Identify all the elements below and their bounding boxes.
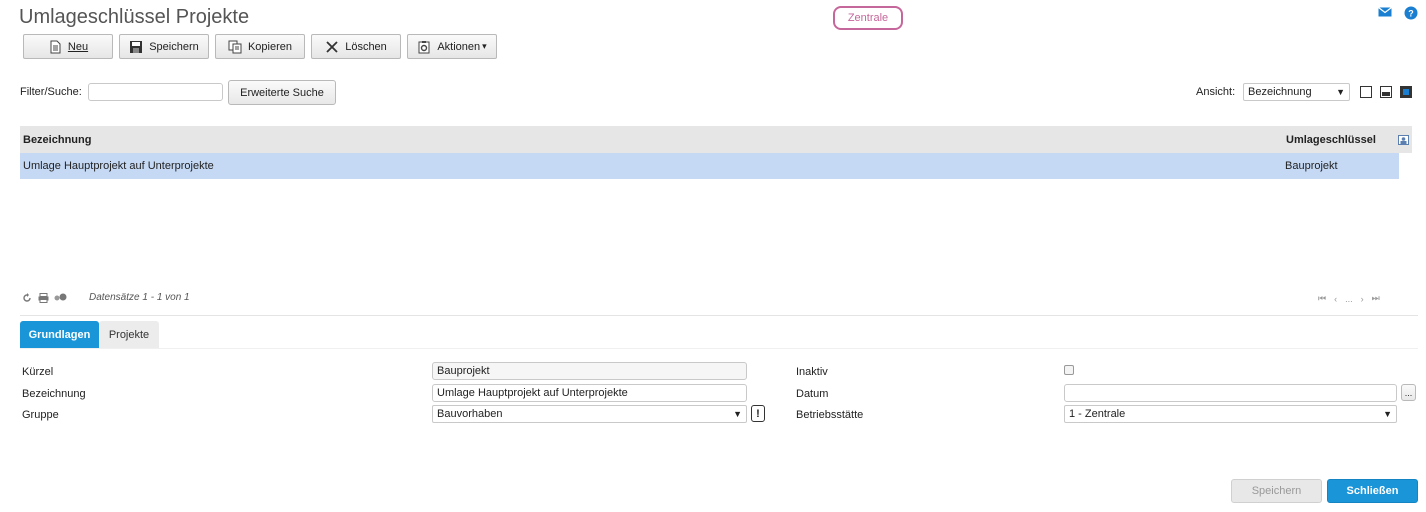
last-page-icon[interactable]: ⏭ bbox=[1372, 293, 1380, 304]
grid-header: Bezeichnung Umlageschlüssel bbox=[20, 126, 1412, 153]
datum-picker-button[interactable]: ... bbox=[1401, 384, 1416, 401]
filter-input[interactable] bbox=[88, 83, 223, 101]
view-full-icon[interactable] bbox=[1400, 86, 1412, 98]
view-single-icon[interactable] bbox=[1360, 86, 1372, 98]
floppy-icon bbox=[129, 40, 143, 54]
gruppe-info-button[interactable]: ! bbox=[751, 405, 765, 422]
bezeichnung-label: Bezeichnung bbox=[22, 388, 86, 400]
divider bbox=[20, 315, 1418, 316]
column-header-umlageschluessel[interactable]: Umlageschlüssel bbox=[1286, 126, 1376, 153]
export-icon[interactable] bbox=[54, 293, 67, 306]
advanced-search-button[interactable]: Erweiterte Suche bbox=[228, 80, 336, 105]
betriebsstaette-select[interactable]: 1 - Zentrale ▼ bbox=[1064, 405, 1397, 423]
kuerzel-input[interactable]: Bauprojekt bbox=[432, 362, 747, 380]
new-document-icon bbox=[48, 40, 62, 54]
bezeichnung-input[interactable]: Umlage Hauptprojekt auf Unterprojekte bbox=[432, 384, 747, 402]
delete-button[interactable]: Löschen bbox=[311, 34, 401, 59]
delete-button-label: Löschen bbox=[345, 40, 387, 53]
refresh-icon[interactable] bbox=[22, 293, 32, 306]
view-select[interactable]: Bezeichnung ▼ bbox=[1243, 83, 1350, 101]
column-header-bezeichnung[interactable]: Bezeichnung bbox=[23, 126, 91, 153]
kuerzel-label: Kürzel bbox=[22, 366, 54, 378]
new-button[interactable]: Neu bbox=[23, 34, 113, 59]
caret-down-icon: ▼ bbox=[733, 409, 742, 419]
location-badge[interactable]: Zentrale bbox=[833, 6, 903, 30]
record-count: Datensätze 1 - 1 von 1 bbox=[89, 292, 190, 303]
previous-page-icon[interactable]: ‹ bbox=[1334, 294, 1337, 304]
gruppe-label: Gruppe bbox=[22, 409, 59, 421]
next-page-icon[interactable]: › bbox=[1361, 294, 1364, 304]
new-button-label: Neu bbox=[67, 40, 89, 53]
gruppe-select[interactable]: Bauvorhaben ▼ bbox=[432, 405, 747, 423]
actions-button[interactable]: Aktionen ▾ bbox=[407, 34, 497, 59]
tab-divider bbox=[20, 348, 1418, 349]
cell-bezeichnung: Umlage Hauptprojekt auf Unterprojekte bbox=[23, 160, 214, 172]
copy-button-label: Kopieren bbox=[247, 40, 293, 53]
inaktiv-label: Inaktiv bbox=[796, 366, 828, 378]
save-button[interactable]: Speichern bbox=[119, 34, 209, 59]
clipboard-gear-icon bbox=[417, 40, 431, 54]
help-icon[interactable]: ? bbox=[1404, 6, 1418, 20]
svg-text:?: ? bbox=[1408, 9, 1414, 19]
footer-save-button[interactable]: Speichern bbox=[1231, 479, 1322, 503]
save-button-label: Speichern bbox=[149, 40, 199, 53]
caret-down-icon: ▼ bbox=[1336, 87, 1345, 97]
tab-grundlagen[interactable]: Grundlagen bbox=[20, 321, 99, 348]
page-title: Umlageschlüssel Projekte bbox=[19, 6, 250, 28]
tab-projekte[interactable]: Projekte bbox=[99, 321, 159, 348]
gruppe-select-value: Bauvorhaben bbox=[437, 408, 503, 420]
mail-icon[interactable] bbox=[1378, 6, 1392, 18]
close-x-icon bbox=[325, 40, 339, 54]
betriebsstaette-label: Betriebsstätte bbox=[796, 409, 864, 421]
close-button[interactable]: Schließen bbox=[1327, 479, 1418, 503]
datum-input[interactable] bbox=[1064, 384, 1397, 402]
betriebsstaette-select-value: 1 - Zentrale bbox=[1069, 408, 1126, 420]
pager-ellipsis: ... bbox=[1345, 293, 1353, 304]
cell-umlageschluessel: Bauprojekt bbox=[1285, 160, 1338, 172]
actions-button-label: Aktionen bbox=[437, 40, 481, 53]
first-page-icon[interactable]: ⏮ bbox=[1318, 293, 1326, 304]
view-split-icon[interactable] bbox=[1380, 86, 1392, 98]
copy-button[interactable]: Kopieren bbox=[215, 34, 305, 59]
inaktiv-checkbox[interactable] bbox=[1064, 365, 1074, 375]
filter-label: Filter/Suche: bbox=[20, 86, 82, 98]
column-settings-icon[interactable] bbox=[1398, 126, 1409, 153]
pager: ⏮ ‹ ... › ⏭ bbox=[1318, 293, 1380, 304]
view-label: Ansicht: bbox=[1196, 86, 1236, 98]
table-row[interactable]: Umlage Hauptprojekt auf Unterprojekte Ba… bbox=[20, 153, 1399, 179]
view-select-value: Bezeichnung bbox=[1248, 86, 1312, 98]
caret-down-icon: ▼ bbox=[1383, 409, 1392, 419]
print-icon[interactable] bbox=[38, 293, 49, 306]
caret-down-icon: ▾ bbox=[482, 41, 487, 51]
copy-icon bbox=[228, 40, 242, 54]
datum-label: Datum bbox=[796, 388, 829, 400]
